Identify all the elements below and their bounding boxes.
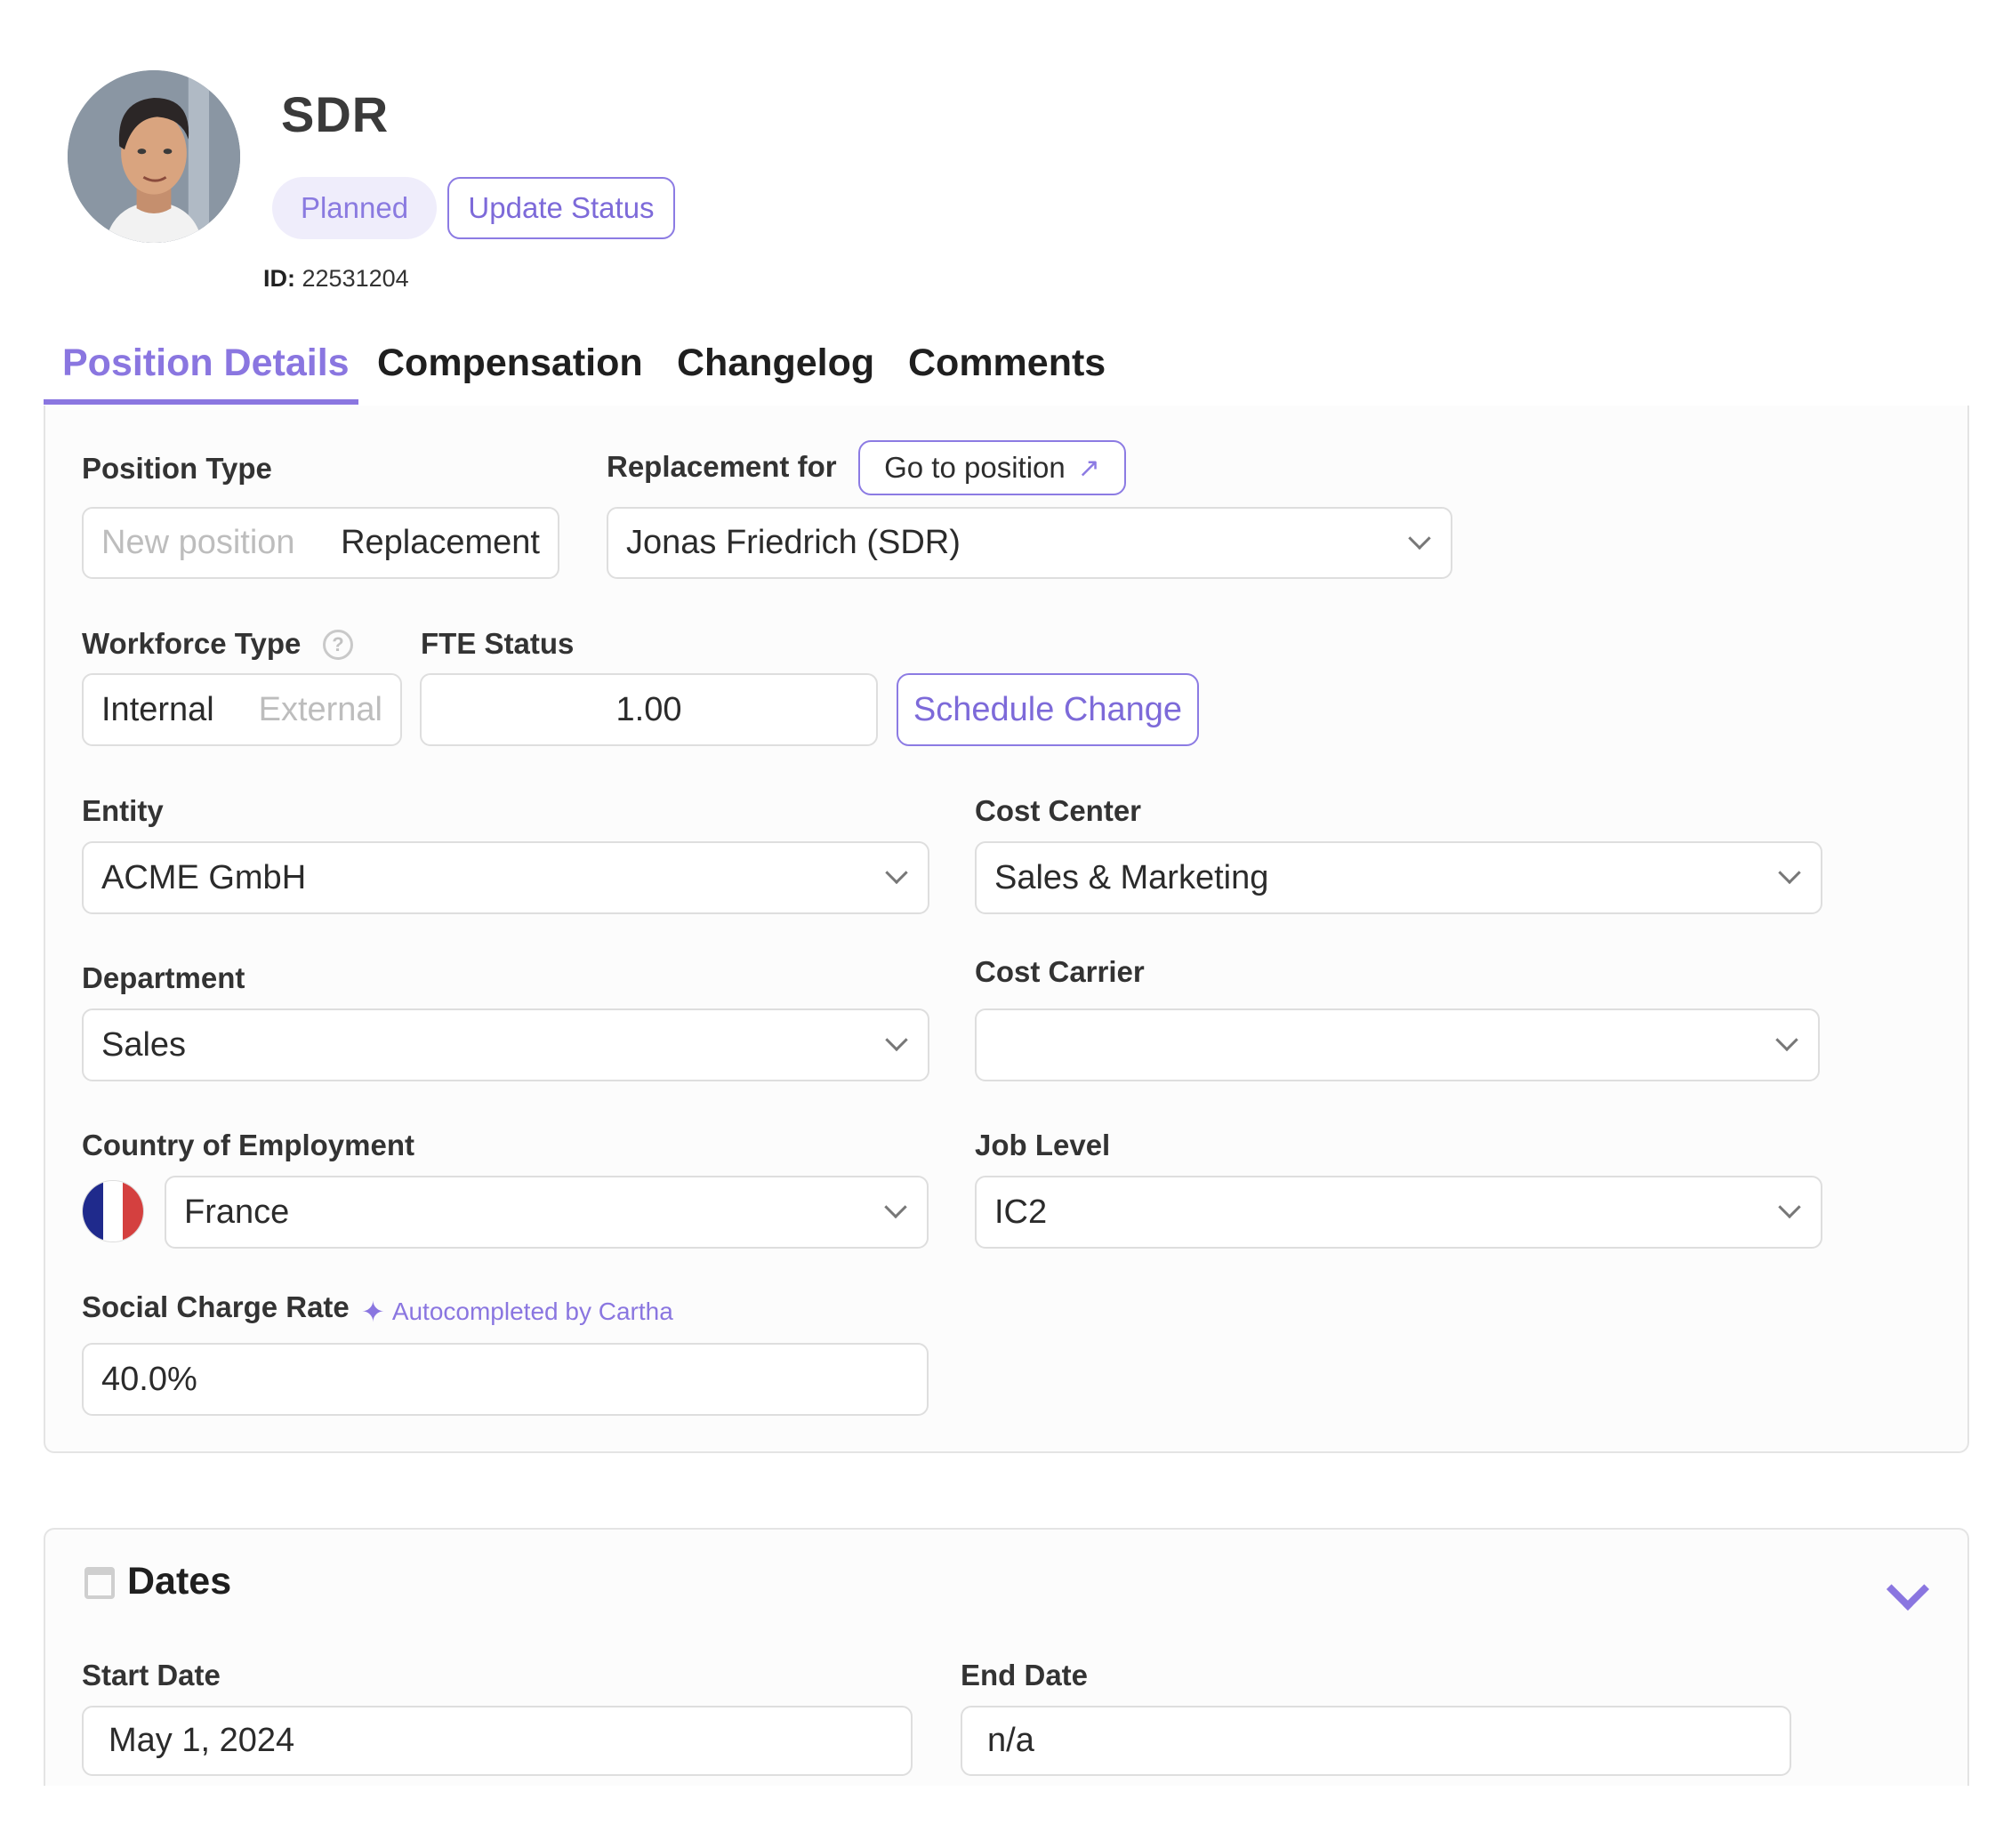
cost-center-select[interactable]: Sales & Marketing — [975, 841, 1822, 914]
job-level-label: Job Level — [975, 1129, 1111, 1161]
avatar — [68, 70, 240, 243]
chevron-down-icon — [1778, 1195, 1801, 1219]
social-charge-rate-value: 40.0% — [101, 1360, 197, 1398]
update-status-button[interactable]: Update Status — [447, 177, 675, 239]
go-to-position-label: Go to position — [884, 451, 1066, 484]
cost-center-value: Sales & Marketing — [994, 858, 1269, 896]
social-charge-rate-label: Social Charge Rate — [82, 1290, 350, 1323]
end-date-label: End Date — [961, 1659, 1089, 1691]
cost-carrier-label: Cost Carrier — [975, 955, 1145, 988]
workforce-type-label: Workforce Type — [82, 627, 302, 660]
position-type-option-replacement[interactable]: Replacement — [341, 524, 540, 562]
fte-status-value: 1.00 — [615, 690, 682, 728]
dates-title: Dates — [127, 1560, 232, 1603]
start-date-value: May 1, 2024 — [109, 1722, 295, 1759]
id-label: ID: — [263, 265, 295, 292]
entity-value: ACME GmbH — [101, 858, 307, 896]
end-date-value: n/a — [987, 1722, 1034, 1759]
france-flag-icon — [82, 1180, 144, 1242]
position-type-option-new[interactable]: New position — [101, 524, 295, 562]
go-to-position-button[interactable]: Go to position ↗ — [858, 440, 1126, 495]
job-level-select[interactable]: IC2 — [975, 1176, 1822, 1249]
fte-status-label: FTE Status — [421, 627, 575, 660]
autocomplete-note: ✦ Autocompleted by Cartha — [361, 1295, 673, 1329]
id-value: 22531204 — [302, 265, 409, 292]
workforce-type-option-internal[interactable]: Internal — [101, 691, 214, 729]
help-icon[interactable]: ? — [323, 630, 353, 660]
position-id: ID: 22531204 — [263, 265, 409, 293]
workforce-type-option-external[interactable]: External — [259, 691, 382, 729]
start-date-input[interactable]: May 1, 2024 — [82, 1706, 913, 1776]
end-date-input[interactable]: n/a — [961, 1706, 1791, 1776]
active-tab-indicator — [44, 399, 358, 405]
chevron-down-icon — [885, 1028, 908, 1052]
schedule-change-button[interactable]: Schedule Change — [897, 673, 1199, 746]
cost-carrier-select[interactable] — [975, 1008, 1820, 1081]
replacement-for-value: Jonas Friedrich (SDR) — [626, 524, 961, 561]
chevron-down-icon — [1778, 861, 1801, 885]
country-value: France — [184, 1193, 290, 1231]
status-badge: Planned — [272, 177, 437, 239]
social-charge-rate-input[interactable]: 40.0% — [82, 1343, 929, 1416]
department-select[interactable]: Sales — [82, 1008, 929, 1081]
autocomplete-text: Autocompleted by Cartha — [391, 1298, 673, 1325]
entity-select[interactable]: ACME GmbH — [82, 841, 929, 914]
department-label: Department — [82, 961, 245, 994]
replacement-for-label: Replacement for — [607, 450, 837, 483]
entity-label: Entity — [82, 794, 164, 827]
tab-compensation[interactable]: Compensation — [377, 341, 643, 385]
cost-center-label: Cost Center — [975, 794, 1142, 827]
department-value: Sales — [101, 1025, 187, 1064]
tab-changelog[interactable]: Changelog — [677, 341, 874, 385]
tab-comments[interactable]: Comments — [908, 341, 1106, 385]
replacement-for-select[interactable]: Jonas Friedrich (SDR) — [607, 507, 1452, 579]
position-type-toggle[interactable]: New position Replacement — [82, 507, 559, 579]
sparkle-icon: ✦ — [361, 1296, 385, 1328]
avatar-portrait — [68, 70, 240, 243]
arrow-up-right-icon: ↗ — [1077, 453, 1100, 483]
workforce-type-toggle[interactable]: Internal External — [82, 673, 402, 746]
calendar-icon — [84, 1567, 115, 1599]
country-select[interactable]: France — [165, 1176, 929, 1249]
position-type-label: Position Type — [82, 452, 272, 485]
chevron-down-icon — [1775, 1028, 1798, 1052]
job-level-value: IC2 — [994, 1193, 1048, 1231]
position-title: SDR — [281, 86, 390, 142]
start-date-label: Start Date — [82, 1659, 221, 1691]
country-label: Country of Employment — [82, 1129, 415, 1161]
chevron-down-icon — [885, 861, 908, 885]
chevron-down-icon — [1408, 526, 1431, 550]
chevron-down-icon — [884, 1195, 907, 1219]
fte-status-input[interactable]: 1.00 — [420, 673, 878, 746]
tab-position-details[interactable]: Position Details — [62, 341, 350, 385]
